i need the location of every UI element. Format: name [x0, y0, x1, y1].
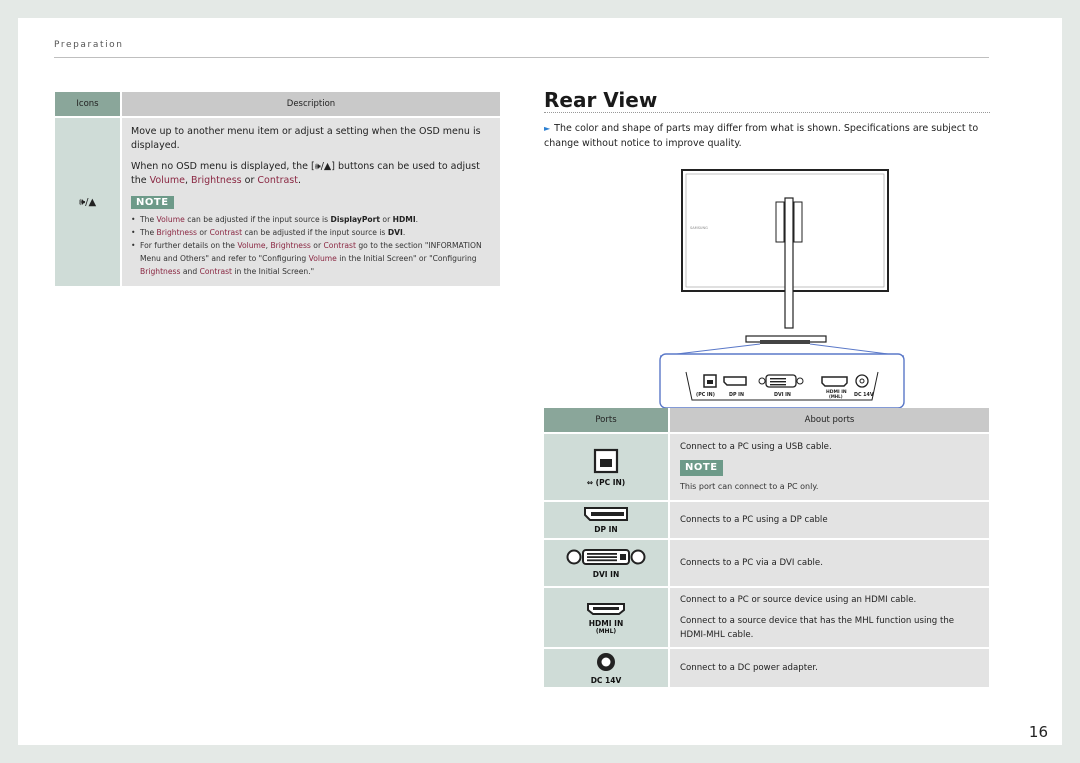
description-cell: Move up to another menu item or adjust a… — [120, 117, 500, 286]
dp-port-cell: DP IN — [544, 501, 669, 540]
icons-table: Icons Description 🕪/▲ Move up to another… — [55, 92, 500, 286]
dc-power-port-icon — [597, 652, 615, 671]
hdmi-port-cell: HDMI IN (MHL) — [544, 587, 669, 649]
description-paragraph-1: Move up to another menu item or adjust a… — [131, 126, 481, 151]
list-item: The Volume can be adjusted if the input … — [131, 213, 490, 226]
ports-table: Ports About ports ⇔ (PC IN) Connect to a… — [544, 408, 989, 689]
section-label: Preparation — [54, 40, 124, 50]
list-item: The Brightness or Contrast can be adjust… — [131, 226, 490, 239]
table-row: DP IN Connects to a PC using a DP cable — [544, 501, 989, 540]
volume-up-icon: 🕪/▲ — [55, 117, 121, 286]
note-badge: NOTE — [680, 460, 723, 476]
diagram-label-pc-in: (PC IN) — [696, 392, 715, 398]
usb-symbol-icon: ⇔ — [586, 477, 596, 487]
dc-port-description: Connect to a DC power adapter. — [668, 648, 989, 689]
rear-view-title: Rear View — [544, 88, 658, 112]
ports-column-header: Ports — [544, 408, 669, 434]
list-item: For further details on the Volume, Brigh… — [131, 239, 490, 278]
usb-port-description: Connect to a PC using a USB cable. NOTE … — [668, 433, 989, 502]
description-column-header: Description — [120, 92, 500, 118]
svg-text:SAMSUNG: SAMSUNG — [690, 226, 708, 230]
arrow-bullet-icon: ► — [544, 124, 551, 133]
header-divider — [54, 57, 989, 58]
hdmi-port-description: Connect to a PC or source device using a… — [668, 587, 989, 649]
table-row: DC 14V Connect to a DC power adapter. — [544, 648, 989, 689]
displayport-icon — [584, 507, 628, 521]
table-row: DVI IN Connects to a PC via a DVI cable. — [544, 539, 989, 588]
page-number: 16 — [1028, 723, 1048, 741]
dc-port-cell: DC 14V — [544, 648, 669, 689]
description-paragraph-2: When no OSD menu is displayed, the [🕪/▲]… — [131, 161, 480, 186]
about-ports-column-header: About ports — [668, 408, 989, 434]
usb-port-icon — [593, 448, 619, 473]
dvi-port-cell: DVI IN — [544, 539, 669, 588]
intro-text: ► The color and shape of parts may differ… — [544, 123, 979, 149]
monitor-rear-diagram: SAMSUNG (PC IN) DP IN DVI IN HDMI IN (MH… — [659, 169, 905, 409]
dvi-port-description: Connects to a PC via a DVI cable. — [668, 539, 989, 588]
note-list: The Volume can be adjusted if the input … — [131, 213, 490, 278]
dp-port-description: Connects to a PC using a DP cable — [668, 501, 989, 540]
icons-column-header: Icons — [55, 92, 121, 118]
diagram-label-dp-in: DP IN — [729, 392, 744, 398]
title-divider — [544, 112, 990, 113]
table-row: ⇔ (PC IN) Connect to a PC using a USB ca… — [544, 433, 989, 502]
hdmi-port-icon — [587, 603, 625, 615]
diagram-label-dc: DC 14V — [854, 392, 874, 398]
usb-port-cell: ⇔ (PC IN) — [544, 433, 669, 502]
diagram-label-mhl: (MHL) — [829, 394, 843, 399]
dvi-port-icon — [566, 548, 646, 565]
diagram-label-dvi-in: DVI IN — [774, 392, 791, 398]
table-row: HDMI IN (MHL) Connect to a PC or source … — [544, 587, 989, 649]
note-badge: NOTE — [131, 196, 174, 209]
